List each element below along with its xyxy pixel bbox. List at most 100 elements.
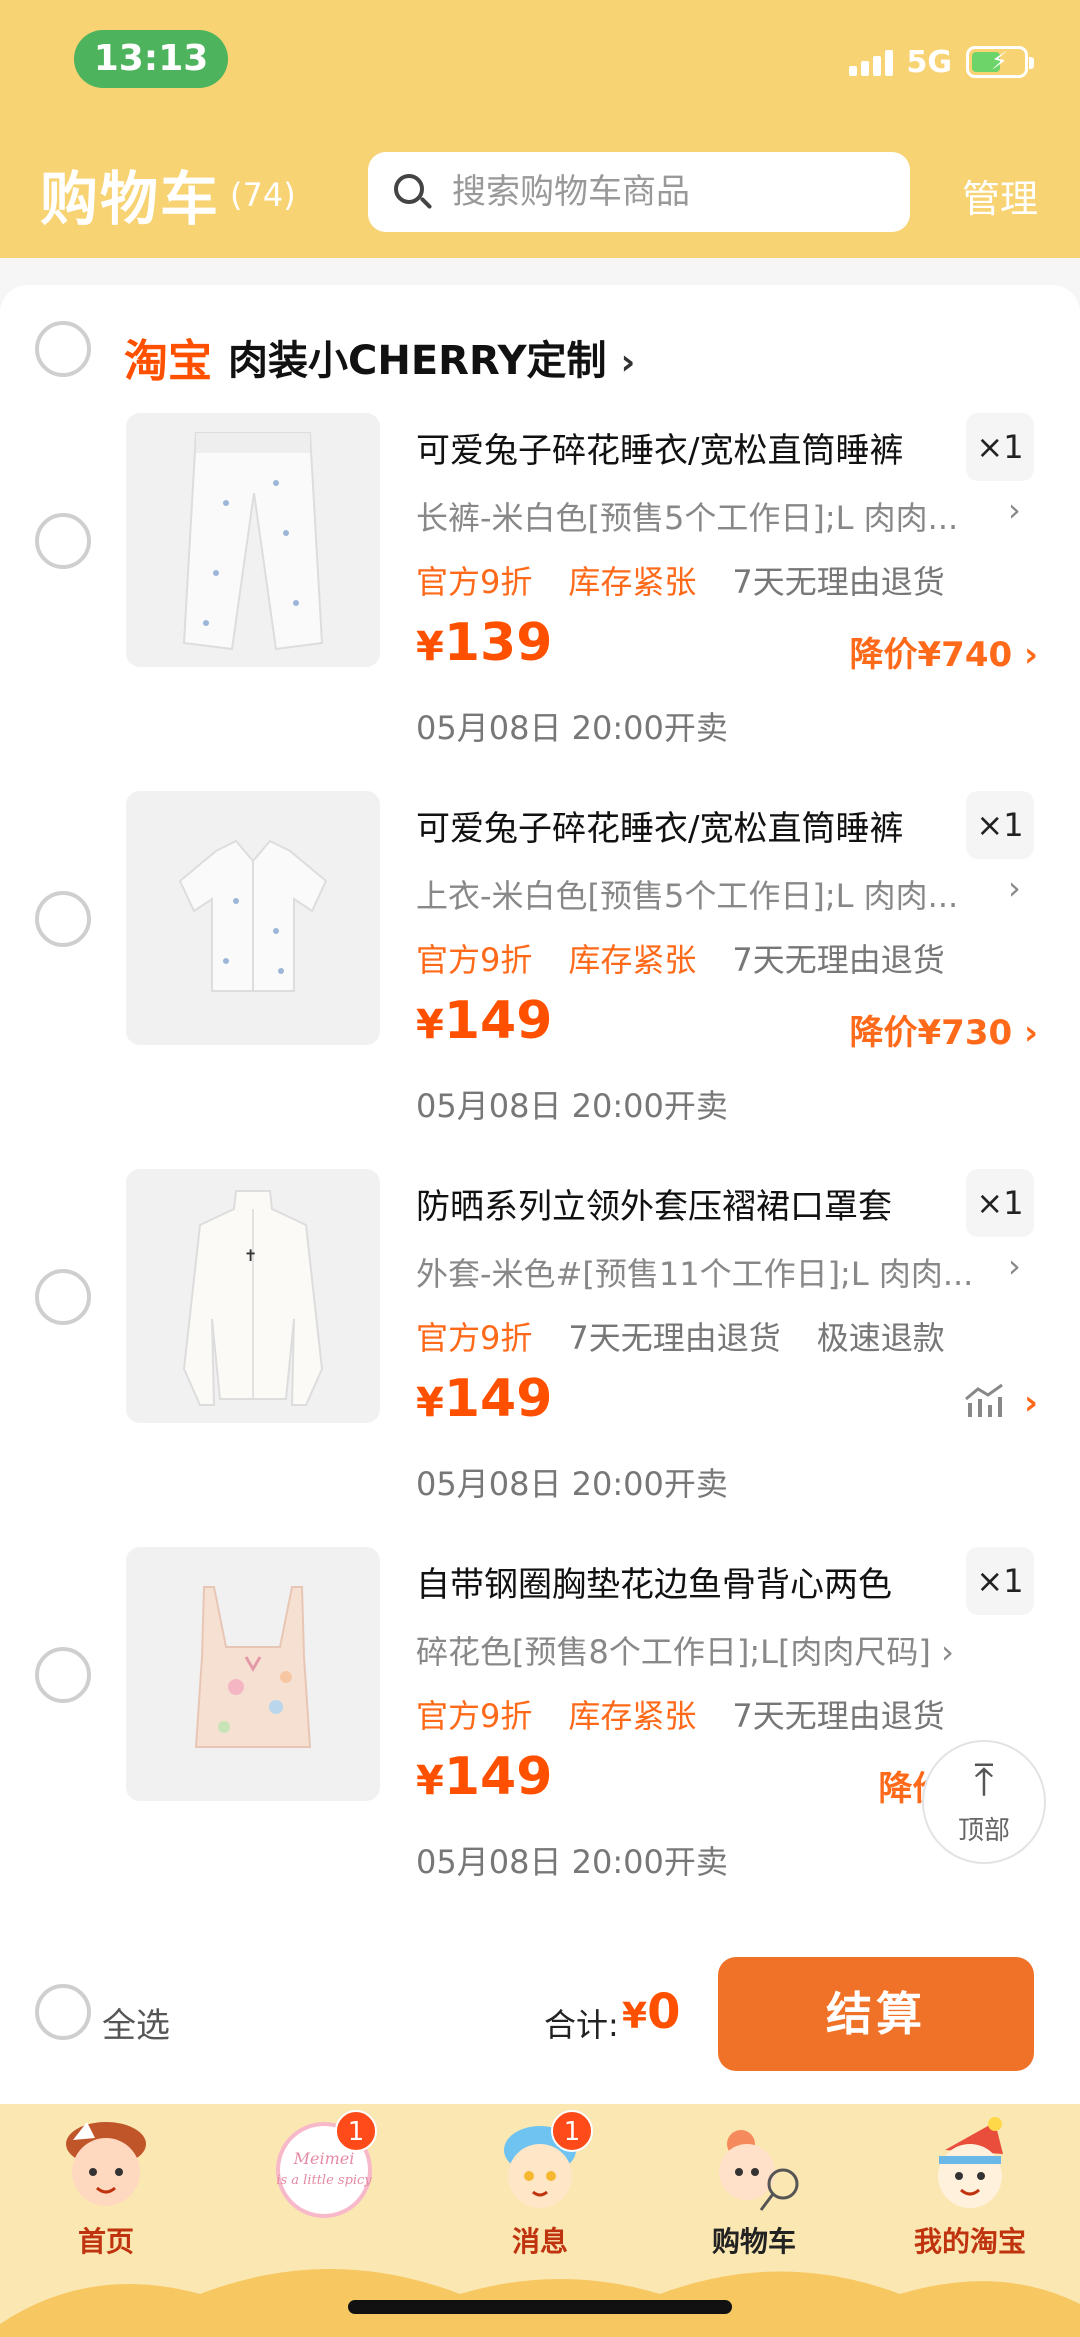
sale-time: 05月08日 20:00开卖 <box>416 1465 728 1503</box>
svg-text:✝: ✝ <box>244 1246 257 1265</box>
item-title[interactable]: 自带钢圈胸垫花边鱼骨背心两色 <box>416 1557 892 1606</box>
sale-time: 05月08日 20:00开卖 <box>416 1843 728 1881</box>
tab-label: 购物车 <box>711 2225 796 2258</box>
sale-time: 05月08日 20:00开卖 <box>416 1087 728 1125</box>
profile-mascot-icon <box>915 2114 1025 2218</box>
cart-card: 淘宝 肉装小CHERRY定制 › 可爱兔子碎花睡衣/宽松直筒睡裤 ×1 长裤-米… <box>0 285 1080 1925</box>
product-image[interactable] <box>126 791 380 1045</box>
item-price: ¥149 <box>416 991 553 1051</box>
manage-button[interactable]: 管理 <box>962 168 1038 223</box>
quantity-badge[interactable]: ×1 <box>966 791 1034 859</box>
tab-messages[interactable]: 1 消息 <box>450 2110 630 2264</box>
notification-badge: 1 <box>551 2110 593 2152</box>
price-trend-icon[interactable] <box>962 1381 1012 1421</box>
tab-cart[interactable]: 购物车 <box>664 2114 844 2264</box>
quantity-badge[interactable]: ×1 <box>966 1169 1034 1237</box>
tab-home[interactable]: 首页 <box>16 2114 196 2264</box>
page-title: 购物车 <box>40 165 221 233</box>
product-image[interactable] <box>126 413 380 667</box>
tag: 库存紧张 <box>568 1697 697 1735</box>
item-title[interactable]: 可爱兔子碎花睡衣/宽松直筒睡裤 <box>416 423 903 472</box>
taobao-logo: 淘宝 <box>124 336 212 387</box>
item-select-radio[interactable] <box>35 513 91 569</box>
cart-item[interactable]: 自带钢圈胸垫花边鱼骨背心两色 ×1 碎花色[预售8个工作日];L[肉肉尺码] ›… <box>0 1547 1080 1907</box>
item-price: ¥139 <box>416 613 553 673</box>
item-select-radio[interactable] <box>35 1647 91 1703</box>
notification-badge: 1 <box>335 2110 377 2152</box>
meimei-avatar-icon: Meimei is a little spicy 1 <box>269 2110 379 2218</box>
tag: 库存紧张 <box>568 563 697 601</box>
item-price: ¥149 <box>416 1747 553 1807</box>
tab-label: 首页 <box>77 2225 134 2258</box>
tab-label: 消息 <box>511 2225 568 2258</box>
arrow-up-icon: ⤒ <box>974 1755 994 1806</box>
item-sku[interactable]: 上衣-米白色[预售5个工作日];L 肉肉... <box>416 871 958 917</box>
item-sku[interactable]: 外套-米色#[预售11个工作日];L 肉肉... <box>416 1249 973 1295</box>
tag: 极速退款 <box>816 1319 945 1357</box>
checkout-button[interactable]: 结算 <box>718 1957 1034 2071</box>
item-title[interactable]: 防晒系列立领外套压褶裙口罩套 <box>416 1179 892 1228</box>
chevron-right-icon: › <box>1008 869 1021 907</box>
tag: 官方9折 <box>416 1697 533 1735</box>
shop-select-radio[interactable] <box>35 321 91 377</box>
message-mascot-icon: 1 <box>485 2110 595 2218</box>
search-input[interactable] <box>452 172 872 212</box>
price-trend-chevron[interactable]: › <box>1024 1383 1038 1423</box>
chevron-right-icon: › <box>1008 491 1021 529</box>
tab-profile[interactable]: 我的淘宝 <box>880 2114 1060 2264</box>
quantity-badge[interactable]: ×1 <box>966 413 1034 481</box>
item-sku[interactable]: 长裤-米白色[预售5个工作日];L 肉肉... <box>416 493 958 539</box>
total-amount: ¥0 <box>622 1984 681 2040</box>
product-image[interactable]: ✝ <box>126 1169 380 1423</box>
header-area: 13:13 5G ⚡ 购物车 (74) 管理 <box>0 0 1080 258</box>
sale-time: 05月08日 20:00开卖 <box>416 709 728 747</box>
back-to-top-button[interactable]: ⤒ 顶部 <box>922 1740 1046 1864</box>
item-select-radio[interactable] <box>35 1269 91 1325</box>
tag: 7天无理由退货 <box>732 941 945 979</box>
network-type: 5G <box>906 44 953 80</box>
tag: 官方9折 <box>416 1319 533 1357</box>
chevron-right-icon: › <box>1008 1247 1021 1285</box>
tab-label: 我的淘宝 <box>913 2225 1026 2258</box>
tag: 7天无理由退货 <box>732 563 945 601</box>
search-bar[interactable] <box>368 152 910 232</box>
signal-icon <box>848 48 893 76</box>
tab-avatar[interactable]: Meimei is a little spicy 1 <box>234 2110 414 2264</box>
price-drop-link[interactable]: 降价¥730 › <box>850 1005 1038 1054</box>
home-mascot-icon <box>51 2114 161 2218</box>
chevron-right-icon: › <box>620 342 636 383</box>
shop-name-text: 肉装小CHERRY定制 <box>228 338 607 384</box>
select-all-label[interactable]: 全选 <box>102 1998 170 2047</box>
total-label: 合计: <box>544 2006 619 2044</box>
svg-text:Meimei: Meimei <box>293 2149 355 2168</box>
select-all-radio[interactable] <box>35 1984 91 2040</box>
item-price: ¥149 <box>416 1369 553 1429</box>
cart-item[interactable]: ✝ 防晒系列立领外套压褶裙口罩套 ×1 外套-米色#[预售11个工作日];L 肉… <box>0 1169 1080 1529</box>
cart-item[interactable]: 可爱兔子碎花睡衣/宽松直筒睡裤 ×1 长裤-米白色[预售5个工作日];L 肉肉.… <box>0 413 1080 773</box>
battery-icon: ⚡ <box>966 46 1034 78</box>
item-tags: 官方9折 库存紧张 7天无理由退货 <box>416 1691 945 1737</box>
cart-count: (74) <box>230 176 296 214</box>
cart-item[interactable]: 可爱兔子碎花睡衣/宽松直筒睡裤 ×1 上衣-米白色[预售5个工作日];L 肉肉.… <box>0 791 1080 1151</box>
item-tags: 官方9折 库存紧张 7天无理由退货 <box>416 935 945 981</box>
product-image[interactable] <box>126 1547 380 1801</box>
tag: 7天无理由退货 <box>732 1697 945 1735</box>
svg-text:is a little spicy: is a little spicy <box>276 2173 372 2188</box>
item-title[interactable]: 可爱兔子碎花睡衣/宽松直筒睡裤 <box>416 801 903 850</box>
home-indicator[interactable] <box>348 2300 732 2314</box>
tag: 库存紧张 <box>568 941 697 979</box>
tag: 官方9折 <box>416 563 533 601</box>
checkout-bar: 全选 合计: ¥0 结算 <box>0 1920 1080 2104</box>
tag: 官方9折 <box>416 941 533 979</box>
quantity-badge[interactable]: ×1 <box>966 1547 1034 1615</box>
cart-mascot-icon <box>699 2114 809 2218</box>
item-tags: 官方9折 7天无理由退货 极速退款 <box>416 1313 945 1359</box>
price-drop-link[interactable]: 降价¥740 › <box>850 627 1038 676</box>
item-tags: 官方9折 库存紧张 7天无理由退货 <box>416 557 945 603</box>
item-select-radio[interactable] <box>35 891 91 947</box>
status-time: 13:13 <box>74 30 228 88</box>
tag: 7天无理由退货 <box>568 1319 781 1357</box>
shop-name[interactable]: 肉装小CHERRY定制 › <box>228 328 635 386</box>
status-indicators: 5G ⚡ <box>848 44 1034 80</box>
item-sku[interactable]: 碎花色[预售8个工作日];L[肉肉尺码] › <box>416 1627 954 1673</box>
